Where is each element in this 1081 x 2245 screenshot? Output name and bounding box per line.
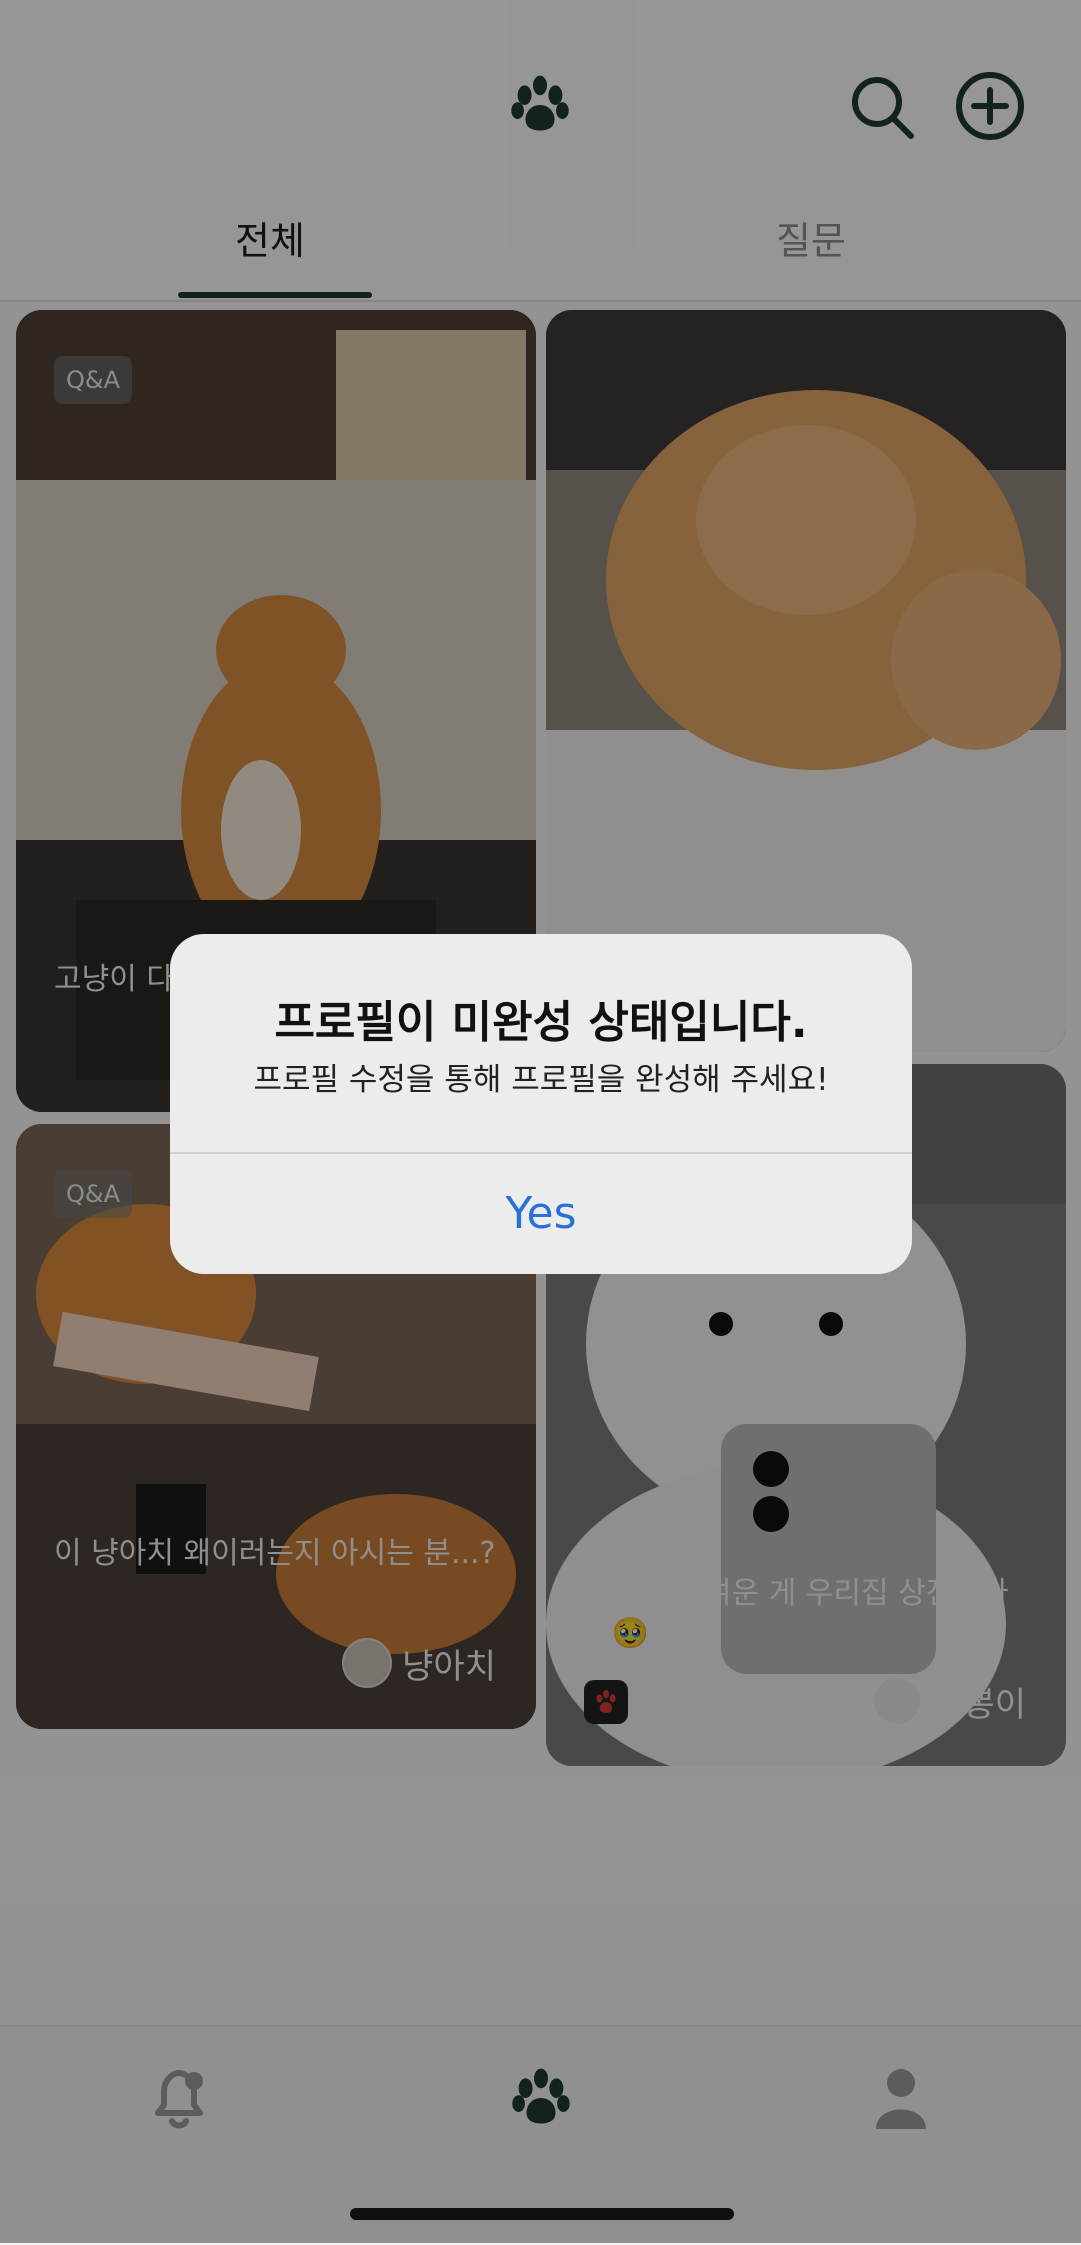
yes-button[interactable]: Yes [170, 1152, 912, 1274]
alert-message: 프로필 수정을 통해 프로필을 완성해 주세요! [253, 1062, 829, 1098]
incomplete-profile-alert: 프로필이 미완성 상태입니다. 프로필 수정을 통해 프로필을 완성해 주세요!… [170, 934, 912, 1274]
alert-title: 프로필이 미완성 상태입니다. [274, 997, 808, 1048]
